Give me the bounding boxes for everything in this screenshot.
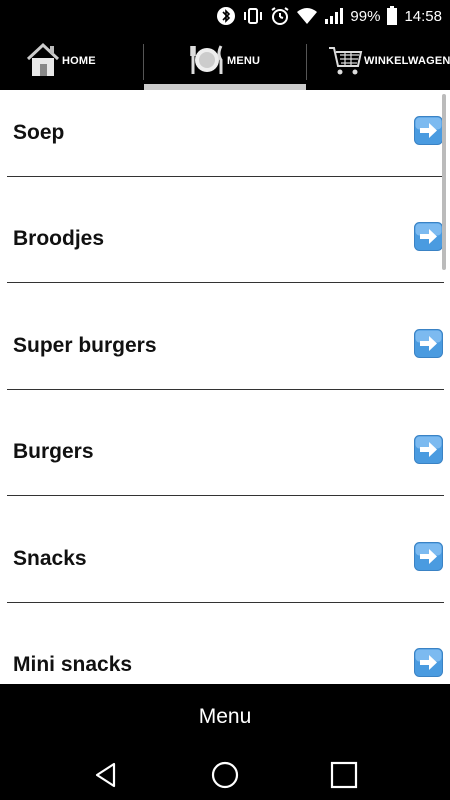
menu-item-label: Burgers — [13, 440, 94, 463]
menu-item-label: Soep — [13, 121, 65, 144]
menu-item-label: Super burgers — [13, 334, 157, 357]
arrow-right-icon[interactable] — [414, 648, 443, 677]
home-circle-icon — [211, 761, 239, 789]
tab-cart-label: WINKELWAGEN — [364, 55, 450, 67]
list-divider — [7, 282, 444, 283]
house-icon — [26, 42, 60, 81]
list-item[interactable]: Soep — [0, 90, 450, 196]
scrollbar[interactable] — [442, 94, 446, 270]
arrow-right-icon[interactable] — [414, 116, 443, 145]
tab-menu-label: MENU — [227, 55, 261, 67]
recents-icon — [330, 761, 358, 789]
battery-icon — [386, 6, 398, 26]
back-icon — [95, 762, 116, 788]
list-item[interactable]: Burgers — [0, 409, 450, 515]
alarm-icon — [270, 6, 290, 26]
list-item[interactable]: Snacks — [0, 516, 450, 622]
arrow-right-icon[interactable] — [414, 542, 443, 571]
plate-cutlery-icon — [189, 42, 225, 81]
menu-item-label: Broodjes — [13, 227, 105, 250]
list-divider — [7, 389, 444, 390]
recents-button[interactable] — [324, 758, 364, 792]
arrow-right-icon[interactable] — [414, 435, 443, 464]
list-item[interactable]: Mini snacks — [0, 622, 450, 684]
clock-time: 14:58 — [404, 7, 442, 25]
wifi-icon — [296, 7, 318, 25]
shopping-cart-icon — [327, 42, 363, 81]
signal-icon — [324, 7, 344, 25]
top-tab-bar: HOME MENU WINKELWAGEN — [0, 32, 450, 90]
list-item[interactable]: Broodjes — [0, 196, 450, 302]
menu-item-label: Mini snacks — [13, 653, 133, 676]
tab-home[interactable]: HOME — [0, 32, 143, 90]
menu-list[interactable]: Soep Broodjes Super burgers Burgers Snac… — [0, 90, 450, 684]
vibrate-icon — [242, 6, 264, 26]
list-item[interactable]: Super burgers — [0, 303, 450, 409]
tab-menu[interactable]: MENU — [144, 32, 306, 90]
bottom-title-bar: Menu — [0, 684, 450, 750]
menu-item-label: Snacks — [13, 547, 87, 570]
bluetooth-icon — [216, 6, 236, 26]
list-divider — [7, 602, 444, 603]
list-divider — [7, 495, 444, 496]
tab-home-label: HOME — [62, 55, 96, 67]
android-nav-bar — [0, 750, 450, 800]
arrow-right-icon[interactable] — [414, 222, 443, 251]
back-button[interactable] — [86, 758, 126, 792]
status-icons: 99% 14:58 — [216, 0, 442, 32]
arrow-right-icon[interactable] — [414, 329, 443, 358]
status-bar: 99% 14:58 — [0, 0, 450, 32]
home-button[interactable] — [205, 758, 245, 792]
screen: 99% 14:58 HOME MENU WINKELWAGEN Soep Bro… — [0, 0, 450, 800]
battery-text: 99% — [350, 7, 381, 25]
bottom-title: Menu — [198, 705, 252, 728]
list-divider — [7, 176, 444, 177]
tab-cart[interactable]: WINKELWAGEN — [307, 32, 450, 90]
